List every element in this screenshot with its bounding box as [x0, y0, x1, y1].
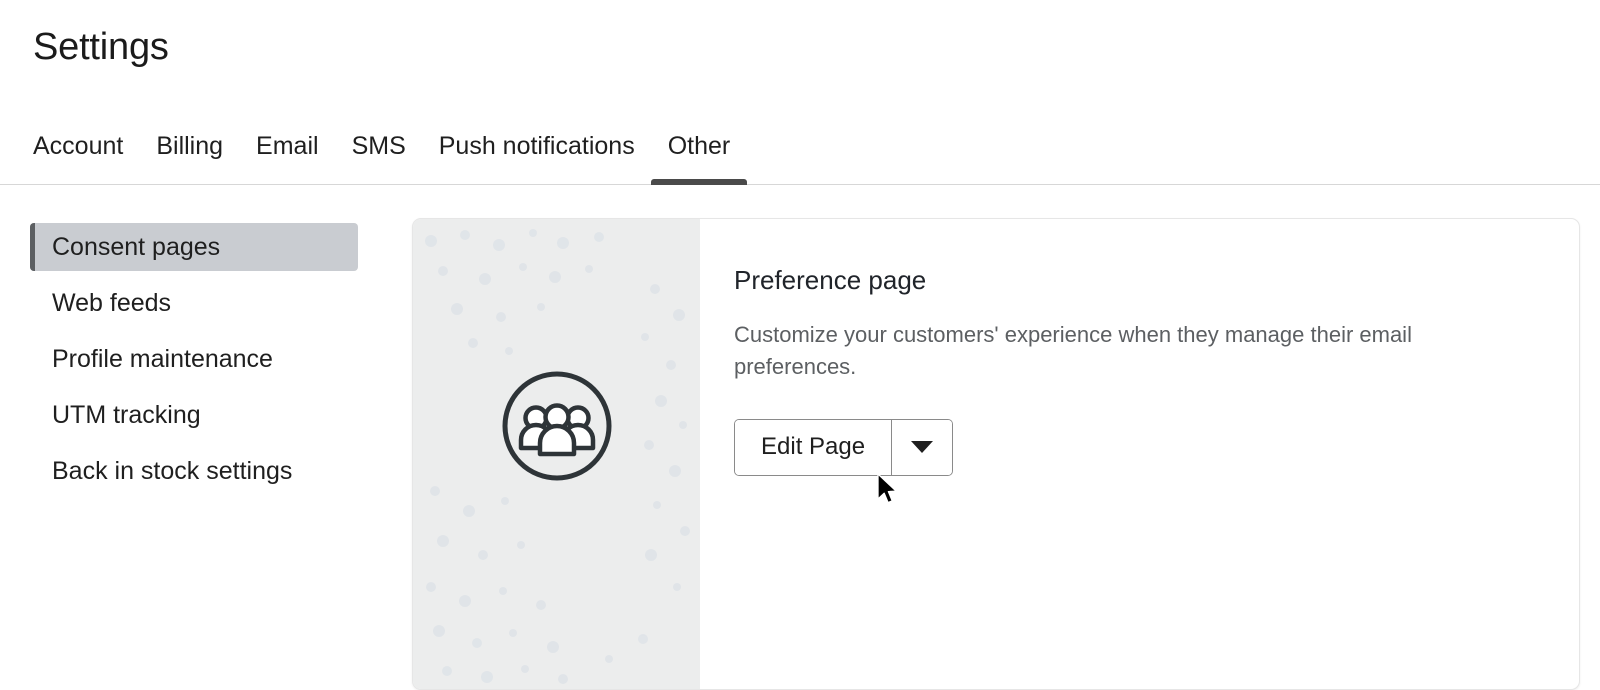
sidebar-item-label: Consent pages	[30, 235, 220, 260]
sidebar-item-back-in-stock-settings[interactable]: Back in stock settings	[30, 447, 358, 495]
active-indicator-bar	[30, 223, 35, 271]
sidebar-item-label: UTM tracking	[30, 403, 201, 428]
card-description: Customize your customers' experience whe…	[734, 319, 1424, 383]
edit-page-dropdown-button[interactable]	[892, 420, 952, 475]
settings-content: Consent pages Web feeds Profile maintena…	[0, 185, 1600, 534]
tab-label: Email	[256, 134, 319, 159]
page-title: Settings	[33, 28, 169, 66]
edit-page-split-button: Edit Page	[734, 419, 953, 476]
sidebar-item-label: Web feeds	[30, 291, 171, 316]
tab-account[interactable]: Account	[33, 108, 123, 185]
sidebar-item-profile-maintenance[interactable]: Profile maintenance	[30, 335, 358, 383]
tab-push-notifications[interactable]: Push notifications	[439, 108, 635, 185]
sidebar-item-label: Back in stock settings	[30, 459, 292, 484]
sidebar-item-utm-tracking[interactable]: UTM tracking	[30, 391, 358, 439]
tab-label: Billing	[156, 134, 223, 159]
card-title: Preference page	[734, 267, 1579, 293]
sidebar-item-label: Profile maintenance	[30, 347, 273, 372]
card-media-panel	[413, 219, 700, 689]
tab-label: SMS	[352, 134, 406, 159]
tab-label: Other	[668, 134, 731, 159]
group-people-circle-icon	[500, 369, 614, 483]
tab-label: Push notifications	[439, 134, 635, 159]
tab-sms[interactable]: SMS	[352, 108, 406, 185]
tab-list: Account Billing Email SMS Push notificat…	[33, 108, 730, 185]
sidebar-item-web-feeds[interactable]: Web feeds	[30, 279, 358, 327]
tab-label: Account	[33, 134, 123, 159]
chevron-down-icon	[911, 441, 933, 453]
tab-email[interactable]: Email	[256, 108, 319, 185]
settings-sidebar: Consent pages Web feeds Profile maintena…	[30, 223, 358, 503]
edit-page-button[interactable]: Edit Page	[735, 420, 891, 475]
card-body: Preference page Customize your customers…	[700, 219, 1579, 689]
sidebar-item-consent-pages[interactable]: Consent pages	[30, 223, 358, 271]
tab-other[interactable]: Other	[668, 108, 731, 185]
preference-page-card: Preference page Customize your customers…	[412, 218, 1580, 690]
settings-tabbar: Account Billing Email SMS Push notificat…	[0, 108, 1600, 185]
tab-billing[interactable]: Billing	[156, 108, 223, 185]
